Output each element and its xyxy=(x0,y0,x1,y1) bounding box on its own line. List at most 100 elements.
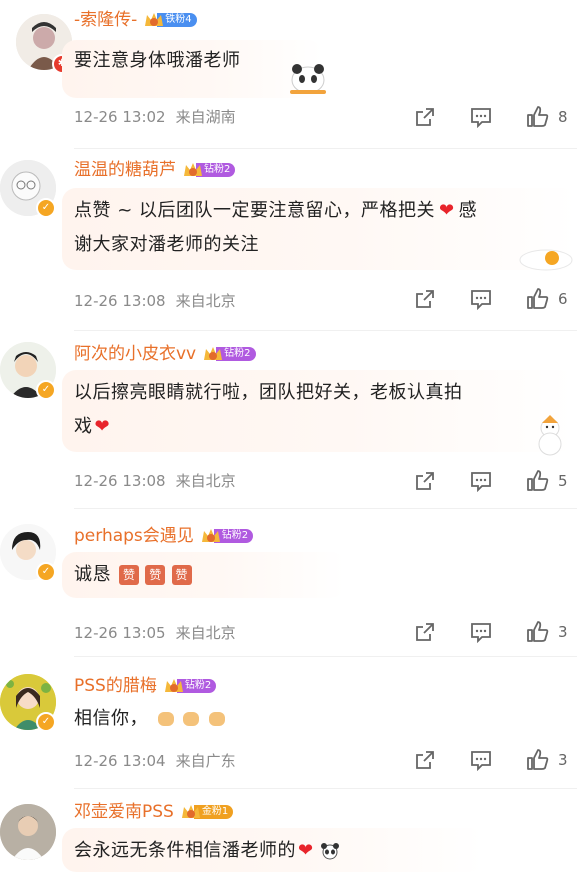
comment-icon xyxy=(471,290,491,310)
share-button[interactable] xyxy=(414,286,436,312)
egg-sticker-icon xyxy=(519,249,573,271)
username[interactable]: 阿次的小皮衣vv xyxy=(74,342,196,366)
like-icon xyxy=(527,470,549,491)
like-count: 3 xyxy=(558,623,568,641)
thumbs-up-emoji: 赞 xyxy=(145,565,166,585)
comment-icon xyxy=(471,472,491,492)
comment-text-line: 谢大家对潘老师的关注 xyxy=(74,234,259,255)
like-icon xyxy=(527,288,549,309)
comment-text: 诚恳 赞 赞 赞 xyxy=(74,558,192,592)
like-icon xyxy=(527,621,549,642)
comment-icon xyxy=(471,751,491,771)
comment-time: 12-26 13:08 xyxy=(74,292,166,310)
like-button[interactable]: 8 xyxy=(526,104,568,130)
crown-icon xyxy=(181,805,200,818)
share-icon xyxy=(416,623,434,641)
comment-item: ✱ -索隆传- 铁粉4 要注意身体哦潘老师 12-26 13:02来自湖南 xyxy=(0,8,577,158)
fan-badge: 铁粉4 xyxy=(143,11,197,29)
panda-sticker-icon xyxy=(290,64,326,94)
comment-meta: 12-26 13:04 来自广东 xyxy=(74,750,236,771)
thumbs-up-emoji: 赞 xyxy=(119,565,140,585)
comment-meta: 12-26 13:02 来自湖南 xyxy=(74,106,236,127)
crown-icon xyxy=(184,163,202,176)
divider xyxy=(74,656,577,657)
username[interactable]: 邓壶爱南PSS xyxy=(74,800,174,824)
like-icon xyxy=(527,106,549,127)
fist-emoji xyxy=(208,712,225,726)
divider xyxy=(74,148,577,149)
share-icon xyxy=(416,290,434,308)
comment-item: ✓ perhaps会遇见 钻粉2 诚恳 赞 赞 赞 12-26 13:05 来自北… xyxy=(0,524,577,658)
comment-text-line: 诚恳 xyxy=(74,564,111,585)
like-icon xyxy=(527,749,549,770)
share-button[interactable] xyxy=(414,468,436,494)
comment-text: 要注意身体哦潘老师 xyxy=(74,50,241,71)
comment-text: 相信你， xyxy=(74,702,225,736)
username[interactable]: perhaps会遇见 xyxy=(74,524,194,548)
verified-badge: ✓ xyxy=(36,712,56,732)
comment-text-line: 戏 xyxy=(74,416,93,437)
share-button[interactable] xyxy=(414,104,436,130)
like-count: 3 xyxy=(558,751,568,769)
comment-text-line: 相信你， xyxy=(74,708,148,729)
like-button[interactable]: 5 xyxy=(526,468,568,494)
comment-text: 点赞 ~ 以后团队一定要注意留心，严格把关 ❤ 感 谢大家对潘老师的关注 xyxy=(74,194,564,262)
crown-icon xyxy=(201,529,220,542)
like-button[interactable]: 6 xyxy=(526,286,568,312)
divider xyxy=(74,508,577,509)
fan-badge: 钻粉2 xyxy=(202,345,256,363)
comment-location: 来自广东 xyxy=(175,752,236,770)
fist-emoji xyxy=(158,712,175,726)
comment-time: 12-26 13:08 xyxy=(74,472,166,490)
like-button[interactable]: 3 xyxy=(526,619,568,645)
snowman-sticker-icon xyxy=(538,415,562,456)
crown-icon xyxy=(145,13,164,26)
action-bar: 6 xyxy=(410,286,575,312)
action-bar: 3 xyxy=(410,619,575,645)
username[interactable]: -索隆传- xyxy=(74,8,137,32)
comment-feed: ✱ -索隆传- 铁粉4 要注意身体哦潘老师 12-26 13:02来自湖南 xyxy=(0,0,577,873)
panda-emoji xyxy=(320,843,339,860)
comment-item: ✓ 阿次的小皮衣vv 钻粉2 以后擦亮眼睛就行啦，团队把好关，老板认真拍 戏 ❤ … xyxy=(0,342,577,512)
like-button[interactable]: 3 xyxy=(526,747,568,773)
comment-meta: 12-26 13:05 来自北京 xyxy=(74,622,236,643)
fan-badge: 钻粉2 xyxy=(200,527,254,545)
fan-badge: 钻粉2 xyxy=(163,677,217,695)
like-count: 8 xyxy=(558,108,568,126)
action-bar: 8 xyxy=(410,104,575,130)
divider xyxy=(74,330,577,331)
reply-button[interactable] xyxy=(470,619,492,645)
reply-button[interactable] xyxy=(470,104,492,130)
heart-emoji: ❤ xyxy=(298,840,314,861)
comment-icon xyxy=(471,623,491,643)
comment-text-line: 会永远无条件相信潘老师的 xyxy=(74,840,296,861)
like-count: 6 xyxy=(558,290,568,308)
reply-button[interactable] xyxy=(470,286,492,312)
comment-time: 12-26 13:05 xyxy=(74,624,166,642)
share-button[interactable] xyxy=(414,619,436,645)
comment-text: 以后擦亮眼睛就行啦，团队把好关，老板认真拍 戏 ❤ xyxy=(74,376,564,444)
verified-badge: ✓ xyxy=(36,198,56,218)
comment-location: 来自北京 xyxy=(175,472,236,490)
reply-button[interactable] xyxy=(470,468,492,494)
avatar[interactable] xyxy=(0,804,56,860)
action-bar: 3 xyxy=(410,747,575,773)
share-button[interactable] xyxy=(414,747,436,773)
username[interactable]: PSS的腊梅 xyxy=(74,674,157,698)
crown-icon xyxy=(164,679,183,692)
crown-icon xyxy=(204,347,223,360)
comment-item: ✓ PSS的腊梅 钻粉2 相信你， 12-26 13:04 来自广东 3 xyxy=(0,674,577,794)
comment-item: ✓ 温温的糖葫芦 钻粉2 点赞 ~ 以后团队一定要注意留心，严格把关 ❤ 感 谢大家… xyxy=(0,158,577,338)
heart-emoji: ❤ xyxy=(94,416,111,437)
fan-badge: 金粉1 xyxy=(180,803,234,821)
comment-item: 邓壶爱南PSS 金粉1 会永远无条件相信潘老师的 ❤ xyxy=(0,800,577,873)
fan-badge: 钻粉2 xyxy=(182,161,236,179)
reply-button[interactable] xyxy=(470,747,492,773)
comment-location: 来自北京 xyxy=(175,292,236,310)
heart-emoji: ❤ xyxy=(439,200,455,221)
username[interactable]: 温温的糖葫芦 xyxy=(74,158,176,182)
comment-text-line: 以后擦亮眼睛就行啦，团队把好关，老板认真拍 xyxy=(74,382,463,403)
fist-emoji xyxy=(183,712,200,726)
comment-meta: 12-26 13:08 来自北京 xyxy=(74,470,236,491)
comment-location: 来自北京 xyxy=(175,624,236,642)
